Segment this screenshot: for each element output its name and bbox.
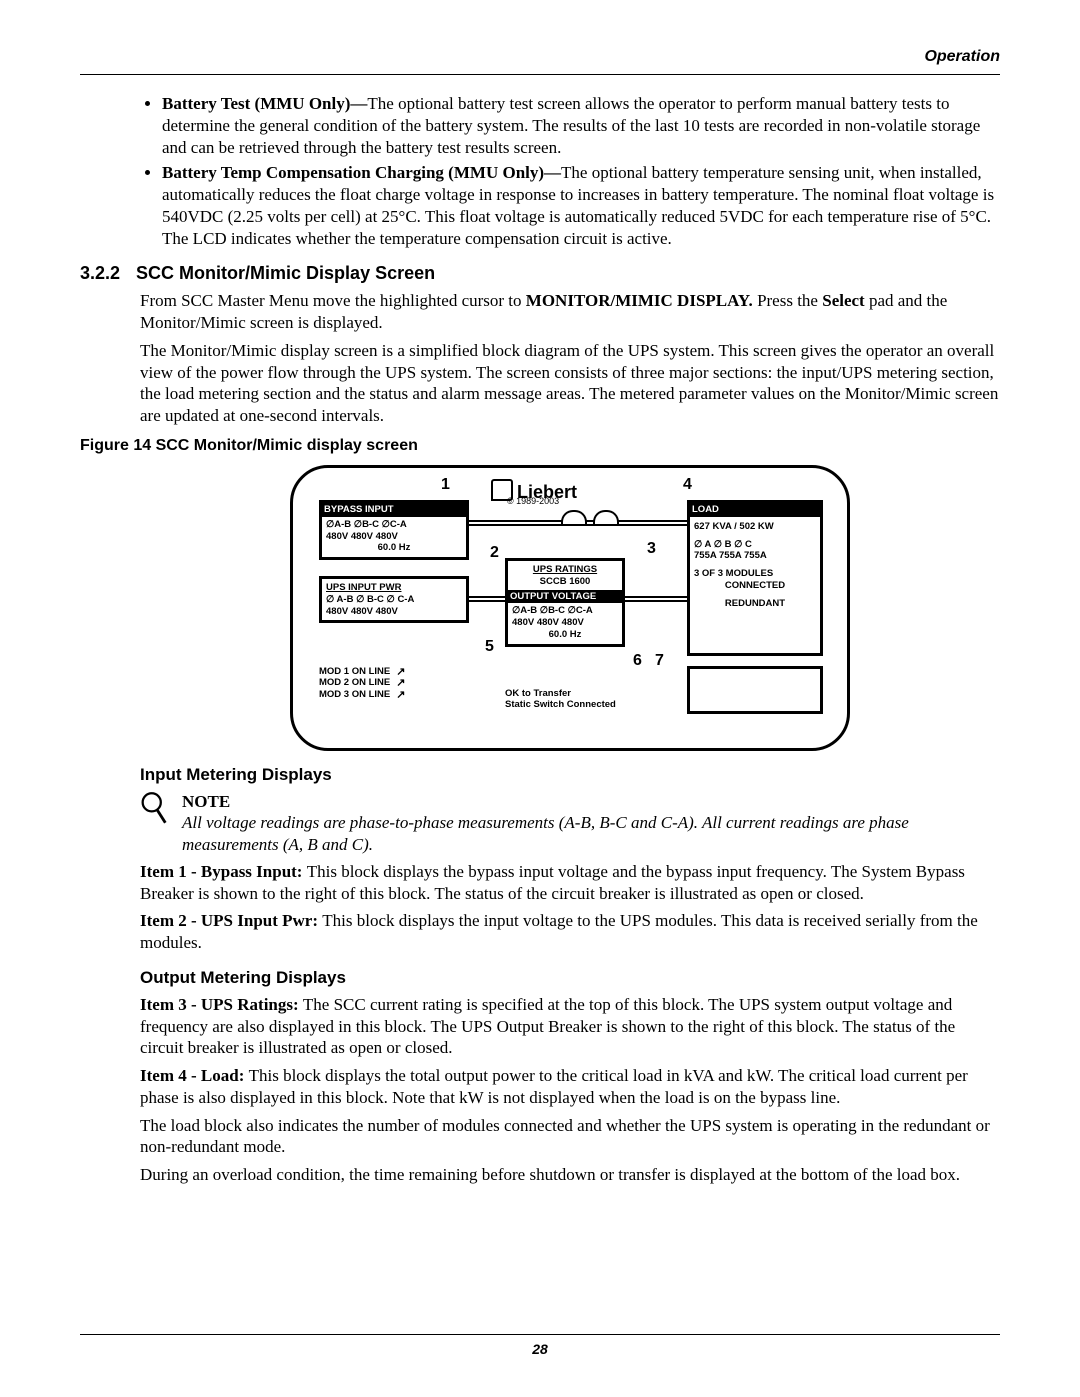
copyright: © 1989-2003 <box>507 496 559 506</box>
callout-7: 7 <box>655 652 664 670</box>
bypass-input-box: BYPASS INPUT ∅A-B ∅B-C ∅C-A 480V 480V 48… <box>319 500 469 561</box>
load-phases: ∅ A ∅ B ∅ C <box>694 539 816 551</box>
callout-6: 6 <box>633 652 642 670</box>
bypass-title: BYPASS INPUT <box>322 503 466 517</box>
page-number: 28 <box>532 1341 548 1357</box>
load-redundant: REDUNDANT <box>694 598 816 610</box>
item-2: Item 2 - UPS Input Pwr: This block displ… <box>140 910 1000 954</box>
load-mods: 3 OF 3 MODULES <box>694 568 816 580</box>
item-4: Item 4 - Load: This block displays the t… <box>140 1065 1000 1109</box>
callout-4: 4 <box>683 476 692 494</box>
bullet-list: Battery Test (MMU Only)—The optional bat… <box>140 93 1000 249</box>
ups-input-volts: 480V 480V 480V <box>326 606 462 618</box>
callout-2: 2 <box>490 544 499 562</box>
bypass-phases: ∅A-B ∅B-C ∅C-A <box>326 519 462 531</box>
ratings-model: SCCB 1600 <box>512 576 618 588</box>
load-amps: 755A 755A 755A <box>694 550 816 562</box>
header-rule <box>80 74 1000 75</box>
module-status: MOD 1 ON LINE↗ MOD 2 ON LINE↗ MOD 3 ON L… <box>319 666 405 700</box>
note-text: All voltage readings are phase-to-phase … <box>182 812 1000 855</box>
heading-input-metering: Input Metering Displays <box>140 765 1000 785</box>
ups-ratings-box: UPS RATINGS SCCB 1600 OUTPUT VOLTAGE ∅A-… <box>505 558 625 647</box>
bullet-2-lead: Battery Temp Compensation Charging (MMU … <box>162 163 561 182</box>
load-box: LOAD 627 KVA / 502 KW ∅ A ∅ B ∅ C 755A 7… <box>687 500 823 656</box>
transfer-status: OK to Transfer Static Switch Connected <box>505 688 616 711</box>
mimic-diagram: Liebert © 1989-2003 1 4 2 3 5 6 7 BYPASS… <box>290 465 850 751</box>
ratings-phases: ∅A-B ∅B-C ∅C-A <box>512 605 618 617</box>
magnifier-icon <box>140 791 170 830</box>
header-section: Operation <box>80 48 1000 66</box>
para-load-3: During an overload condition, the time r… <box>140 1164 1000 1186</box>
section-number: 3.2.2 <box>80 263 120 284</box>
output-voltage-label: OUTPUT VOLTAGE <box>508 590 622 604</box>
section-title: SCC Monitor/Mimic Display Screen <box>136 263 435 284</box>
note-label: NOTE <box>182 791 1000 812</box>
bullet-1: Battery Test (MMU Only)—The optional bat… <box>162 93 1000 158</box>
arrow-icon: ↗ <box>396 678 405 689</box>
load-power: 627 KVA / 502 KW <box>694 521 816 533</box>
ratings-hz: 60.0 Hz <box>512 629 618 641</box>
ratings-volts: 480V 480V 480V <box>512 617 618 629</box>
para-intro: From SCC Master Menu move the highlighte… <box>140 290 1000 334</box>
section-heading: 3.2.2 SCC Monitor/Mimic Display Screen <box>80 263 1000 284</box>
ups-input-phases: ∅ A-B ∅ B-C ∅ C-A <box>326 594 462 606</box>
para-desc: The Monitor/Mimic display screen is a si… <box>140 340 1000 427</box>
arrow-icon: ↗ <box>396 690 405 701</box>
note-block: NOTE All voltage readings are phase-to-p… <box>140 791 1000 855</box>
item-1: Item 1 - Bypass Input: This block displa… <box>140 861 1000 905</box>
item-3: Item 3 - UPS Ratings: The SCC current ra… <box>140 994 1000 1059</box>
figure-caption: Figure 14 SCC Monitor/Mimic display scre… <box>80 437 1000 455</box>
bullet-1-lead: Battery Test (MMU Only)— <box>162 94 367 113</box>
arc-crossover-2 <box>593 510 619 524</box>
callout-3: 3 <box>647 540 656 558</box>
heading-output-metering: Output Metering Displays <box>140 968 1000 988</box>
line-ratings-to-load <box>625 596 687 598</box>
load-title: LOAD <box>690 503 820 517</box>
bypass-volts: 480V 480V 480V <box>326 531 462 543</box>
callout-1: 1 <box>441 476 450 494</box>
status-box <box>687 666 823 714</box>
bypass-hz: 60.0 Hz <box>326 542 462 554</box>
arc-crossover-1 <box>561 510 587 524</box>
bullet-2: Battery Temp Compensation Charging (MMU … <box>162 162 1000 249</box>
ups-input-title: UPS INPUT PWR <box>326 582 462 594</box>
load-connected: CONNECTED <box>694 580 816 592</box>
para-load-2: The load block also indicates the number… <box>140 1115 1000 1159</box>
callout-5: 5 <box>485 638 494 656</box>
page-footer: 28 <box>80 1334 1000 1357</box>
ups-input-box: UPS INPUT PWR ∅ A-B ∅ B-C ∅ C-A 480V 480… <box>319 576 469 624</box>
ratings-title: UPS RATINGS <box>512 564 618 576</box>
line-upsin-to-ratings <box>469 596 505 598</box>
